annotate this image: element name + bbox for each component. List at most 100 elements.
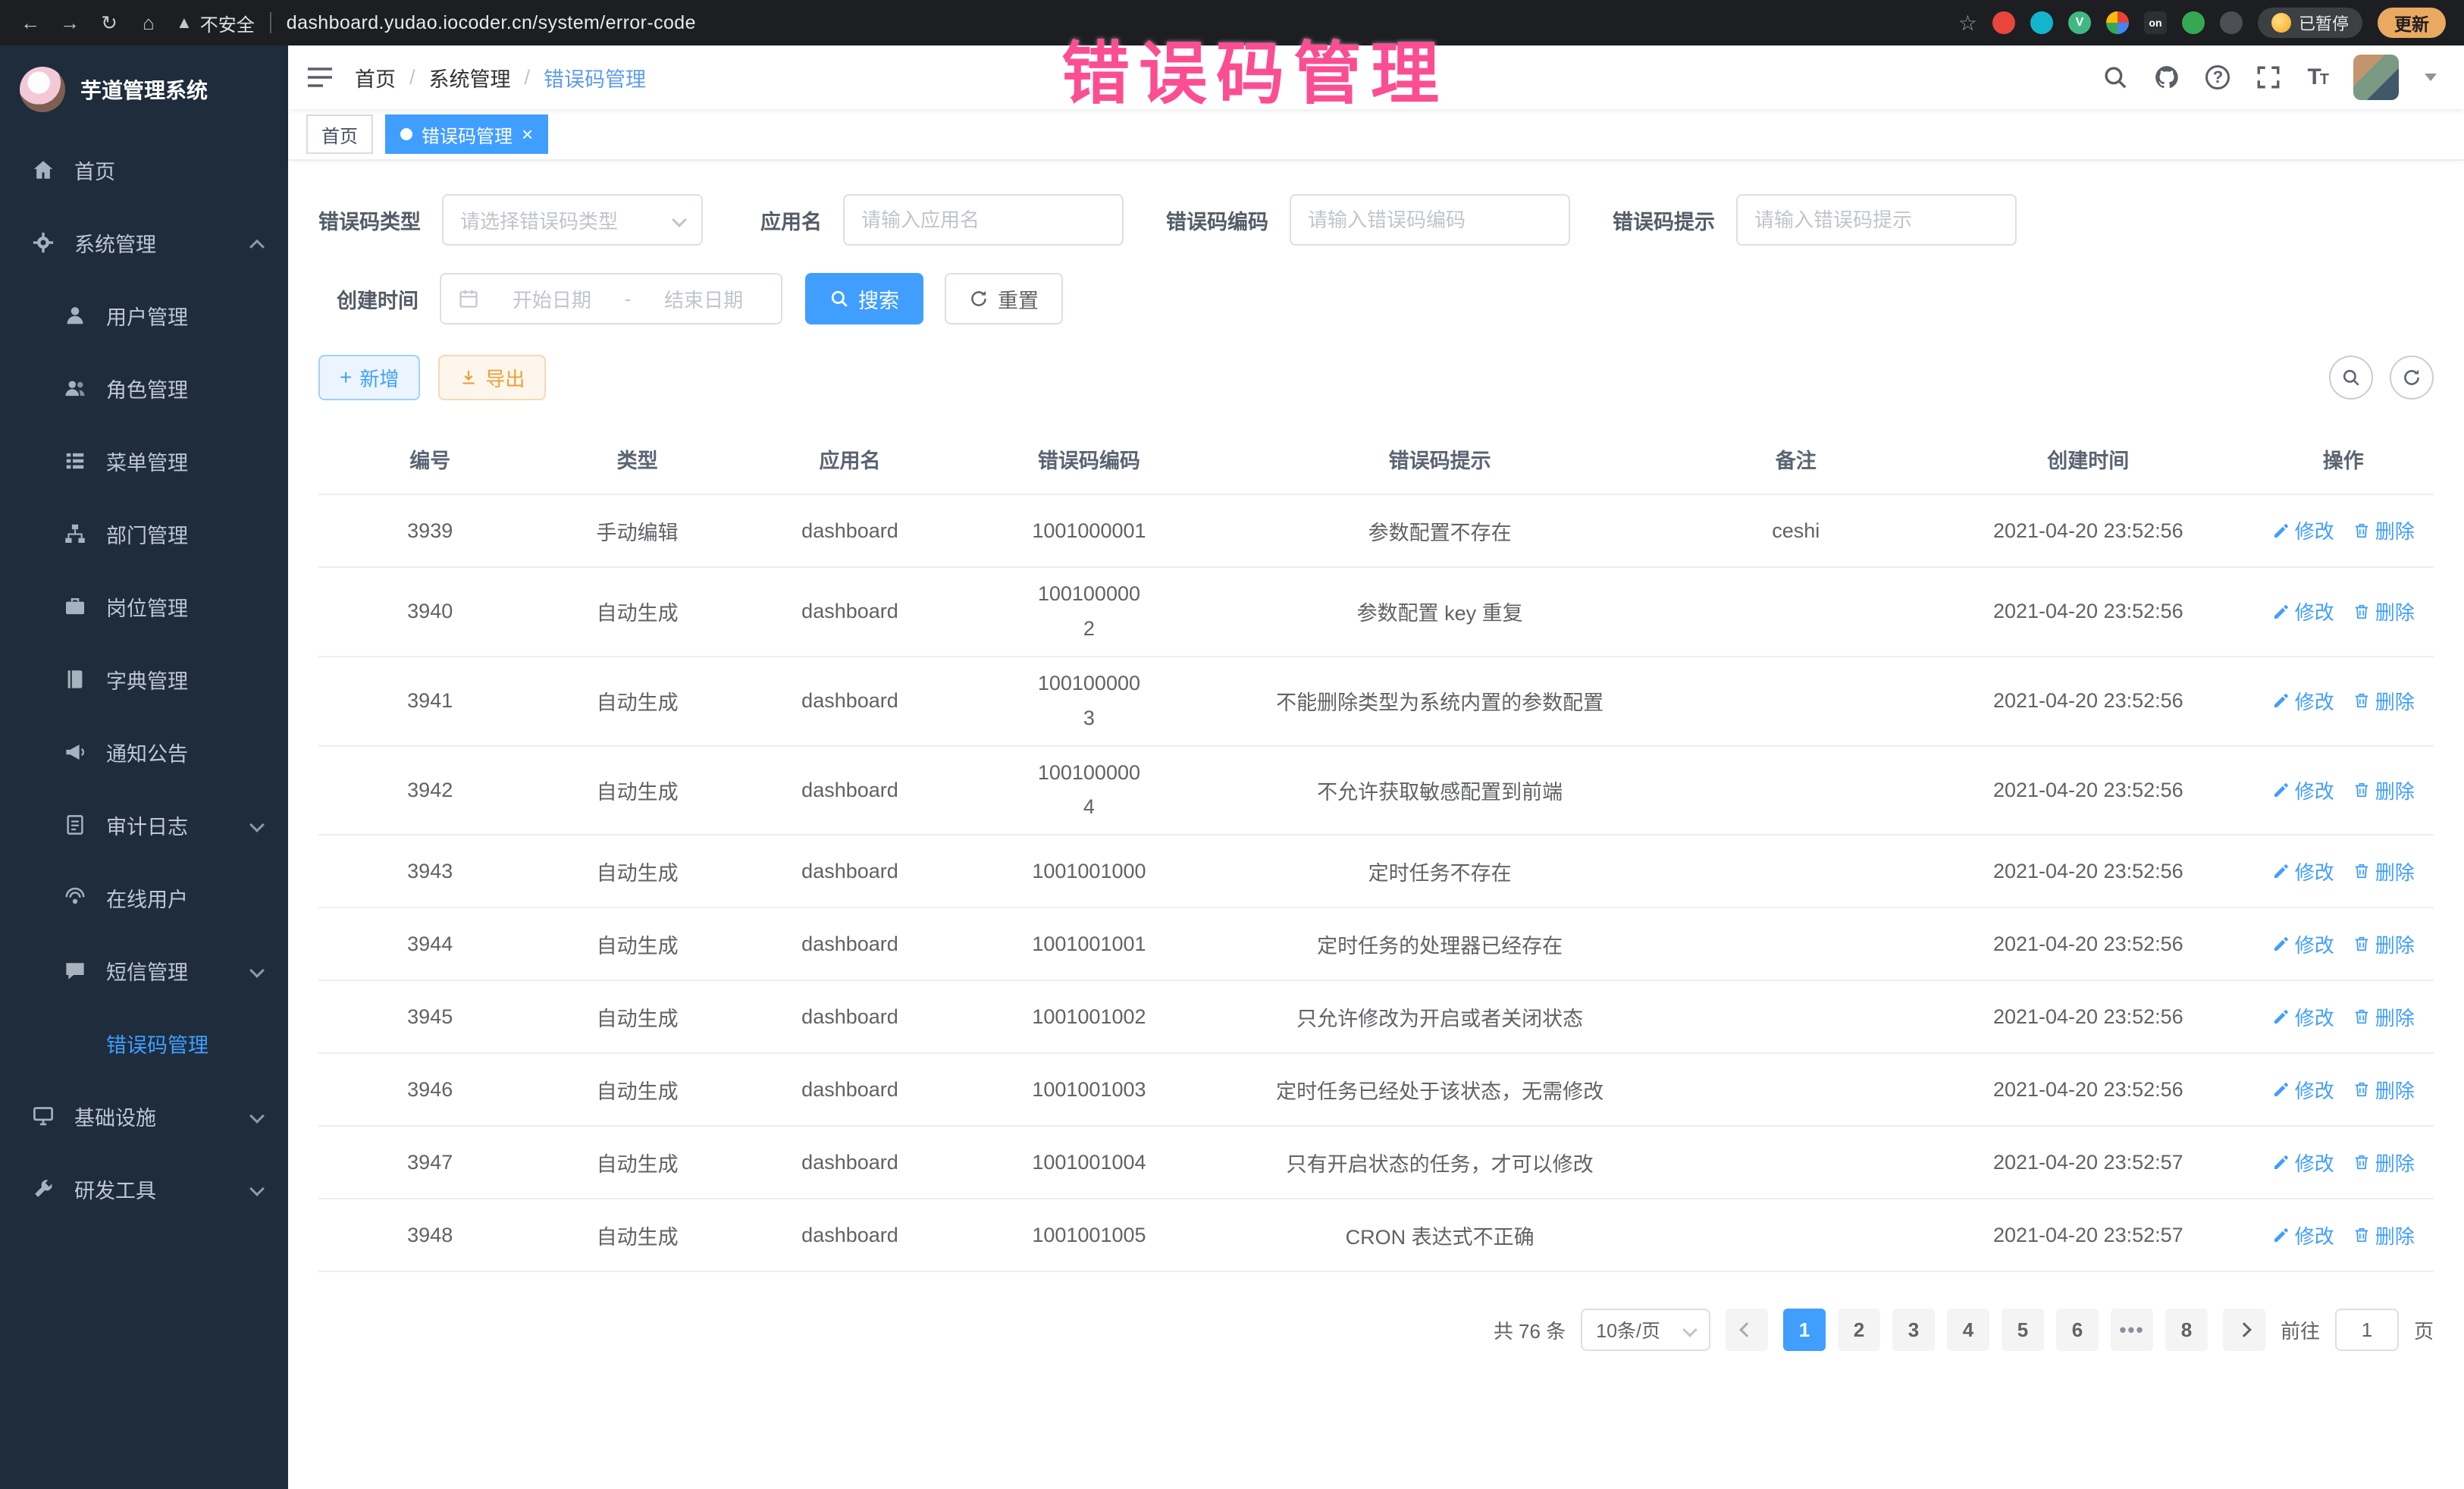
fullscreen-icon[interactable]: [2256, 64, 2281, 90]
page-size-select[interactable]: 10条/页: [1581, 1309, 1710, 1351]
page-button-1[interactable]: 1: [1783, 1309, 1826, 1351]
page-button-5[interactable]: 5: [2002, 1309, 2044, 1351]
delete-link[interactable]: 删除: [2353, 516, 2415, 544]
search-icon[interactable]: [2102, 64, 2128, 90]
extension-icon-4[interactable]: [2182, 11, 2205, 34]
extension-icon-5[interactable]: [2220, 11, 2243, 34]
sidebar-item-dept[interactable]: 部门管理: [0, 497, 288, 570]
error-type-select[interactable]: 请选择错误码类型: [442, 194, 703, 246]
prev-page-button[interactable]: [1726, 1309, 1768, 1351]
sidebar-item-online[interactable]: 在线用户: [0, 861, 288, 934]
page-button-2[interactable]: 2: [1838, 1309, 1880, 1351]
add-button[interactable]: + 新增: [318, 355, 420, 400]
sidebar-item-role[interactable]: 角色管理: [0, 352, 288, 425]
edit-link[interactable]: 修改: [2272, 1149, 2334, 1177]
page-button-6[interactable]: 6: [2056, 1309, 2099, 1351]
github-icon[interactable]: [2154, 64, 2180, 90]
extension-icon-2[interactable]: [2030, 11, 2053, 34]
tab-home[interactable]: 首页: [306, 114, 373, 154]
toggle-search-button[interactable]: [2329, 356, 2373, 400]
cell-remark: [1669, 1126, 1923, 1199]
delete-link[interactable]: 删除: [2353, 1076, 2415, 1104]
gear-icon: [32, 231, 55, 254]
edit-link[interactable]: 修改: [2272, 516, 2334, 544]
date-separator: -: [625, 287, 632, 311]
sidebar-item-home[interactable]: 首页: [0, 133, 288, 206]
sidebar-item-label: 岗位管理: [106, 592, 188, 622]
sidebar-logo[interactable]: 芋道管理系统: [0, 45, 288, 133]
sidebar-item-post[interactable]: 岗位管理: [0, 570, 288, 643]
breadcrumb-home[interactable]: 首页: [355, 63, 396, 92]
cell-hint: 参数配置 key 重复: [1212, 567, 1669, 657]
back-button[interactable]: ←: [18, 11, 42, 35]
cell-time: 2021-04-20 23:52:56: [1923, 567, 2253, 657]
delete-link[interactable]: 删除: [2353, 857, 2415, 886]
hamburger-icon[interactable]: [306, 67, 334, 88]
sidebar-item-sms[interactable]: 短信管理: [0, 934, 288, 1007]
delete-link[interactable]: 删除: [2353, 1221, 2415, 1249]
delete-link[interactable]: 删除: [2353, 1003, 2415, 1031]
error-code-input[interactable]: [1290, 194, 1570, 246]
profile-paused-pill[interactable]: 已暂停: [2258, 8, 2362, 38]
sidebar-item-system[interactable]: 系统管理: [0, 206, 288, 279]
address-bar[interactable]: dashboard.yudao.iocoder.cn/system/error-…: [287, 12, 696, 34]
chevron-down-icon[interactable]: [2425, 74, 2437, 81]
sidebar-item-dict[interactable]: 字典管理: [0, 643, 288, 716]
goto-page-input[interactable]: [2335, 1309, 2399, 1351]
edit-link[interactable]: 修改: [2272, 1003, 2334, 1031]
table-row: 3940自动生成dashboard1001000002参数配置 key 重复20…: [318, 567, 2434, 657]
search-button[interactable]: 搜索: [805, 273, 923, 324]
help-icon[interactable]: ?: [2205, 65, 2230, 89]
edit-link[interactable]: 修改: [2272, 1076, 2334, 1104]
date-range-picker[interactable]: 开始日期 - 结束日期: [440, 273, 782, 324]
page-button-3[interactable]: 3: [1892, 1309, 1935, 1351]
pager-ellipsis[interactable]: •••: [2111, 1309, 2153, 1351]
edit-link[interactable]: 修改: [2272, 687, 2334, 715]
vue-devtools-icon[interactable]: V: [2068, 11, 2091, 34]
reset-button[interactable]: 重置: [945, 273, 1063, 324]
sidebar-item-devtools[interactable]: 研发工具: [0, 1152, 288, 1225]
app-name-input[interactable]: [843, 194, 1124, 246]
edit-link[interactable]: 修改: [2272, 1221, 2334, 1249]
extension-badge-on[interactable]: on: [2144, 11, 2167, 34]
error-hint-input[interactable]: [1736, 194, 2017, 246]
edit-link[interactable]: 修改: [2272, 776, 2334, 804]
delete-link[interactable]: 删除: [2353, 776, 2415, 804]
page-button-4[interactable]: 4: [1947, 1309, 1989, 1351]
table-row: 3943自动生成dashboard1001001000定时任务不存在2021-0…: [318, 835, 2434, 908]
font-size-icon[interactable]: TT: [2307, 64, 2328, 90]
tags-bar: 首页 错误码管理 ×: [288, 109, 2464, 161]
bookmark-star-icon[interactable]: ☆: [1958, 11, 1977, 36]
sidebar-item-menu[interactable]: 菜单管理: [0, 425, 288, 497]
sidebar-item-notice[interactable]: 通知公告: [0, 716, 288, 788]
edit-link[interactable]: 修改: [2272, 857, 2334, 886]
delete-link[interactable]: 删除: [2353, 597, 2415, 625]
tab-error-code[interactable]: 错误码管理 ×: [385, 114, 548, 154]
security-indicator[interactable]: ▲ 不安全: [176, 10, 255, 36]
page-button-8[interactable]: 8: [2165, 1309, 2208, 1351]
edit-link[interactable]: 修改: [2272, 597, 2334, 625]
delete-link[interactable]: 删除: [2353, 930, 2415, 958]
next-page-button[interactable]: [2223, 1309, 2265, 1351]
extension-icon-3[interactable]: [2106, 11, 2129, 34]
sidebar-item-errorcode[interactable]: 错误码管理: [0, 1007, 288, 1080]
page-content: 错误码类型 请选择错误码类型 应用名 错误码编码: [288, 161, 2464, 1489]
sidebar-item-user[interactable]: 用户管理: [0, 279, 288, 352]
extension-icon-1[interactable]: [1992, 11, 2015, 34]
close-icon[interactable]: ×: [522, 124, 533, 144]
home-button[interactable]: ⌂: [136, 11, 161, 35]
update-button[interactable]: 更新: [2378, 8, 2446, 38]
add-button-label: 新增: [359, 364, 399, 392]
refresh-button[interactable]: [2390, 356, 2434, 400]
user-avatar[interactable]: [2353, 55, 2399, 100]
reload-button[interactable]: ↻: [97, 11, 121, 35]
delete-link[interactable]: 删除: [2353, 687, 2415, 715]
export-button[interactable]: 导出: [438, 355, 546, 400]
edit-link[interactable]: 修改: [2272, 930, 2334, 958]
sidebar-item-audit[interactable]: 审计日志: [0, 788, 288, 861]
table-row: 3945自动生成dashboard1001001002只允许修改为开启或者关闭状…: [318, 980, 2434, 1053]
delete-link[interactable]: 删除: [2353, 1149, 2415, 1177]
sidebar-item-infra[interactable]: 基础设施: [0, 1080, 288, 1152]
breadcrumb-system[interactable]: 系统管理: [429, 63, 511, 92]
forward-button[interactable]: →: [58, 11, 82, 35]
